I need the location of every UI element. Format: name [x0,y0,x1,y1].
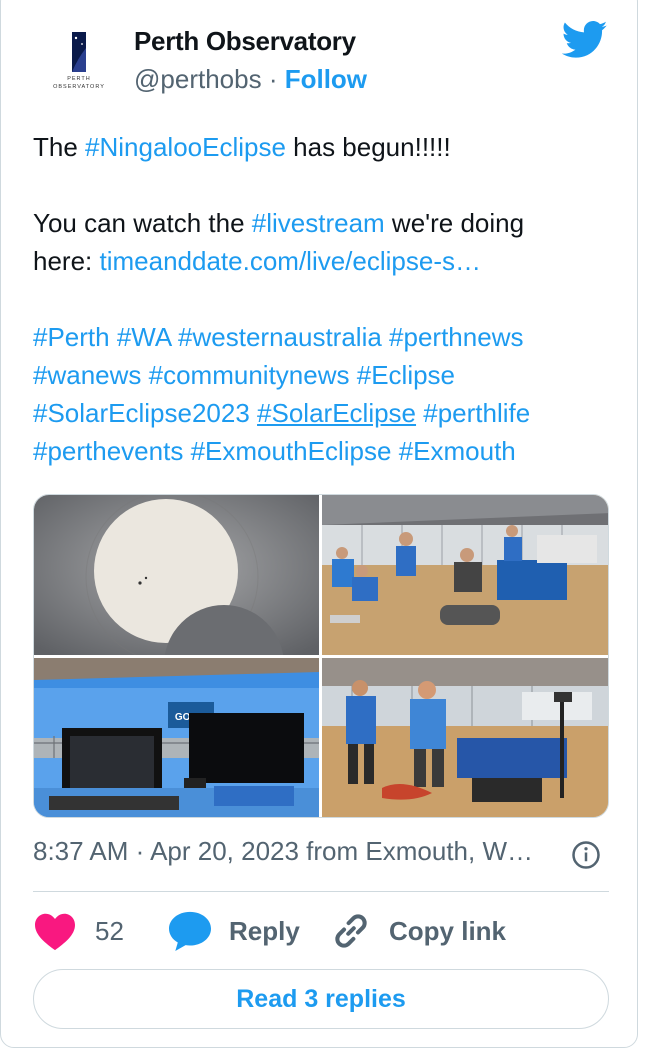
hashtag-perth[interactable]: #Perth [33,322,110,352]
twitter-bird-icon[interactable] [562,20,608,60]
photo-team-tent[interactable] [322,495,608,655]
hashtag-solareclipse2023[interactable]: #SolarEclipse2023 [33,398,250,428]
handle-row: @perthobs · Follow [134,64,367,95]
reply-button[interactable]: Reply [167,906,300,956]
copy-link-label: Copy link [389,915,507,946]
photo-laptop-setup[interactable]: GO BE [34,658,319,817]
copy-link-button[interactable]: Copy link [329,906,506,956]
like-button[interactable]: 52 [33,906,124,956]
hashtag-solareclipse[interactable]: #SolarEclipse [257,398,416,428]
read-replies-button[interactable]: Read 3 replies [33,969,609,1029]
tweet-timestamp[interactable]: 8:37 AM · Apr 20, 2023 from Exmouth, W… [33,836,533,867]
author-handle[interactable]: @perthobs [134,64,262,94]
link-icon [335,914,367,948]
tweet-line-1: The #NingalooEclipse has begun!!!!! [33,128,613,166]
like-count: 52 [95,915,124,946]
perth-observatory-logo: PERTH OBSERVATORY [53,32,105,90]
livestream-link[interactable]: timeanddate.com/live/eclipse-s… [100,246,482,276]
text-fragment: The [33,132,86,162]
avatar-text-top: PERTH [67,76,91,82]
reply-bubble-icon [169,911,211,952]
divider [33,891,609,892]
tweet-line-3: here: timeanddate.com/live/eclipse-s… [33,242,613,280]
avatar[interactable]: PERTH OBSERVATORY [34,18,120,104]
hashtag-exmouth[interactable]: #Exmouth [399,436,516,466]
hashtag-line-2: #wanews #communitynews #Eclipse [33,356,613,394]
hashtag-communitynews[interactable]: #communitynews [149,360,350,390]
text-fragment: here: [33,246,100,276]
hashtag-line-1: #Perth #WA #westernaustralia #perthnews [33,318,613,356]
handle-separator: · [268,64,278,94]
hashtag-livestream[interactable]: #livestream [252,208,385,238]
info-icon[interactable] [571,840,601,870]
text-fragment: You can watch the [33,208,252,238]
action-bar: 52 Reply Copy link [33,906,609,956]
reply-label: Reply [229,915,300,946]
hashtag-perthevents[interactable]: #perthevents [33,436,183,466]
hashtag-line-4: #perthevents #ExmouthEclipse #Exmouth [33,432,613,470]
hashtag-westernaustralia[interactable]: #westernaustralia [178,322,382,352]
photo-eclipse-sun[interactable] [34,495,319,655]
hashtag-wa[interactable]: #WA [117,322,171,352]
hashtag-eclipse[interactable]: #Eclipse [357,360,455,390]
hashtag-wanews[interactable]: #wanews [33,360,141,390]
hashtag-perthlife[interactable]: #perthlife [423,398,530,428]
text-fragment: we're doing [384,208,525,238]
hashtag-perthnews[interactable]: #perthnews [389,322,523,352]
follow-button[interactable]: Follow [285,64,367,94]
hashtag-ningalooeclipse[interactable]: #NingalooEclipse [85,132,286,162]
tweet-line-2: You can watch the #livestream we're doin… [33,204,613,242]
avatar-text-bottom: OBSERVATORY [53,84,105,90]
tweet-text: The #NingalooEclipse has begun!!!!! You … [33,128,613,470]
photo-field-observers[interactable] [322,658,608,817]
text-fragment: has begun!!!!! [285,132,451,162]
author-name[interactable]: Perth Observatory [134,26,356,57]
hashtag-line-3: #SolarEclipse2023 #SolarEclipse #perthli… [33,394,613,432]
photo-grid: GO BE [33,494,609,818]
heart-icon [35,913,75,951]
hashtag-exmoutheclipse[interactable]: #ExmouthEclipse [191,436,392,466]
